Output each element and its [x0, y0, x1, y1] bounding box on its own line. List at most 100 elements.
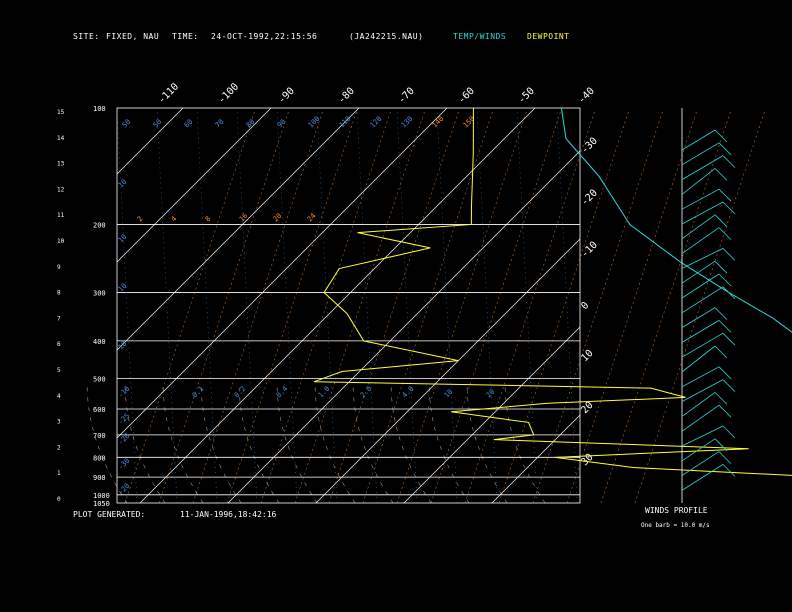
mixing-ratio-label: 8	[204, 215, 213, 224]
theta-label-top: 100	[307, 115, 322, 130]
isotherm-line	[403, 326, 581, 504]
height-tick-label: 5	[57, 367, 61, 374]
dry-adiabat-line	[192, 109, 324, 504]
wind-barb-shaft	[681, 201, 724, 225]
wind-barb-flag	[722, 379, 736, 392]
wind-barb-flag	[722, 464, 736, 477]
theta-label-mid: 10	[117, 233, 129, 245]
temp-tick-label-top: -60	[456, 86, 477, 107]
moist-adiabat-line	[428, 382, 470, 504]
wind-barb-flag	[714, 345, 728, 359]
theta-label-right: 0.1	[191, 385, 206, 400]
wind-barb-flag	[718, 227, 732, 240]
theta-label-mid: -30	[117, 457, 132, 472]
wind-barb-shaft	[681, 392, 716, 417]
dry-adiabat-line	[532, 109, 664, 504]
wind-barb-shaft	[681, 345, 716, 373]
wind-barb-shaft	[681, 188, 720, 210]
wind-barb-flag	[714, 392, 728, 405]
pressure-tick-label: 400	[93, 338, 106, 346]
moist-adiabat-line	[390, 382, 432, 504]
skewt-chart: 1002003004005006007008009001000105001234…	[57, 81, 792, 508]
wind-barb-flag	[718, 273, 732, 287]
pressure-tick-label: 700	[93, 432, 106, 440]
height-tick-label: 15	[57, 109, 65, 116]
pressure-tick-label: 1000	[93, 492, 110, 500]
height-tick-label: 10	[57, 238, 65, 245]
mixing-ratio-line	[196, 109, 218, 504]
height-tick-label: 14	[57, 135, 65, 142]
wind-barb-flag	[718, 451, 732, 464]
moist-adiabat-line	[124, 382, 166, 504]
mixing-ratio-line	[316, 109, 338, 504]
mixing-ratio-label: 4	[170, 215, 179, 224]
temp-tick-label-top: -90	[276, 86, 297, 107]
wind-barb-flag	[714, 214, 728, 228]
moist-adiabat-line	[504, 382, 546, 504]
isotherm-line	[227, 150, 581, 504]
wind-barb-flag	[718, 188, 732, 202]
dewpoint-line	[313, 107, 792, 476]
mixing-ratio-label: 20	[272, 212, 284, 224]
temp-tick-label-right: -30	[579, 136, 600, 157]
height-tick-label: 11	[57, 212, 65, 219]
temp-tick-label-right: 30	[579, 452, 595, 468]
wind-barb-shaft	[681, 366, 720, 388]
theta-label-mid: -10	[117, 385, 132, 400]
wind-barb-shaft	[681, 129, 716, 151]
theta-label-right: 2.0	[359, 385, 374, 400]
wind-barb-flag	[722, 332, 736, 346]
theta-label-mid: -20	[117, 482, 132, 497]
dry-adiabat-line	[430, 109, 562, 504]
winds-profile-title: WINDS PROFILE	[645, 506, 708, 515]
theta-label-mid: 10	[117, 340, 129, 352]
moist-adiabat-line	[200, 382, 242, 504]
wind-barb-flag	[714, 168, 728, 181]
wind-barb-shaft	[681, 248, 724, 269]
temp-tick-label-right: 0	[579, 300, 591, 312]
plot-frame	[116, 107, 581, 504]
moist-adiabat-line	[314, 382, 356, 504]
mixing-ratio-line	[236, 109, 258, 504]
wind-barb-flag	[718, 404, 732, 418]
dry-adiabat-line	[124, 109, 256, 504]
pressure-tick-label: 300	[93, 290, 106, 298]
moist-adiabat-line	[238, 382, 280, 504]
moist-adiabat-line	[466, 382, 508, 504]
theta-label-top: 90	[276, 118, 288, 130]
mixing-ratio-label: 24	[306, 212, 318, 224]
wind-barb-shaft	[681, 168, 716, 195]
temp-tick-label-right: -20	[579, 188, 600, 209]
wind-barb-flag	[714, 129, 728, 143]
theta-label-top: 140	[431, 115, 446, 130]
moist-adiabat-line	[276, 382, 318, 504]
height-tick-label: 9	[57, 264, 61, 271]
wind-barb-shaft	[681, 155, 724, 180]
moist-adiabat-line	[352, 382, 394, 504]
wind-barb-flag	[722, 425, 736, 439]
temp-tick-label-top: -40	[576, 86, 597, 107]
height-tick-label: 13	[57, 161, 65, 168]
dry-adiabat-line	[464, 109, 596, 504]
pressure-tick-label: 1050	[93, 500, 110, 508]
theta-label-right: 0.2	[233, 385, 248, 400]
height-tick-label: 7	[57, 315, 61, 322]
temperature-line	[560, 107, 792, 333]
theta-label-top: 60	[183, 118, 195, 130]
wind-barb-shaft	[681, 332, 724, 358]
theta-label-mid: -25	[117, 412, 132, 427]
mixing-ratio-line	[516, 109, 538, 504]
wind-barb-flag	[718, 366, 732, 380]
mixing-ratio-label: 2	[136, 215, 145, 224]
barb-note: One barb = 10.0 m/s	[641, 522, 710, 529]
mixing-ratio-line	[436, 109, 458, 504]
theta-label-right: 1.0	[317, 385, 332, 400]
wind-barb-shaft	[681, 307, 716, 328]
wind-barb-flag	[714, 438, 728, 452]
wind-barb-flag	[722, 155, 736, 168]
dry-adiabat-line	[226, 109, 358, 504]
theta-label-right: 0.4	[275, 385, 290, 400]
wind-barb-flag	[718, 320, 732, 333]
isotherm-line	[116, 107, 184, 175]
theta-label-top: 70	[214, 118, 226, 130]
